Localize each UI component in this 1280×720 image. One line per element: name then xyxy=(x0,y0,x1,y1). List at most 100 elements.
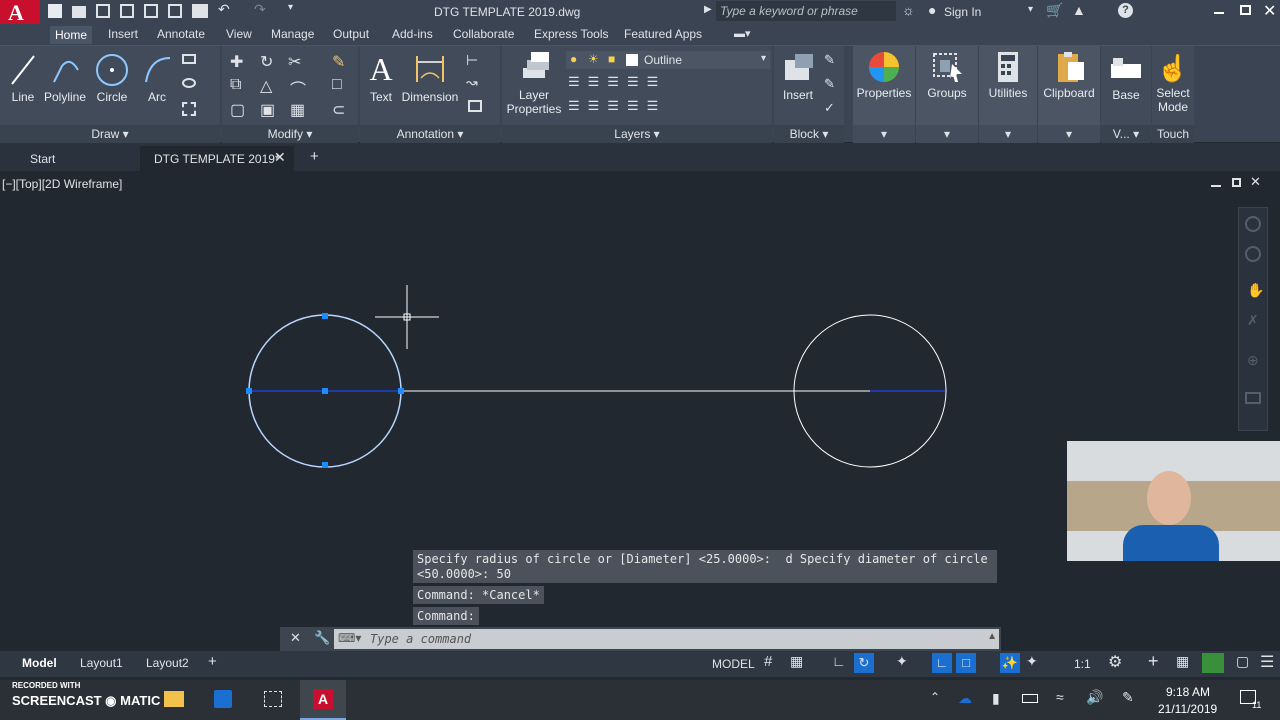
mirror-icon[interactable]: △ xyxy=(260,76,272,96)
tab-layout2[interactable]: Layout2 xyxy=(146,656,189,670)
isodraft-icon[interactable]: ✦ xyxy=(896,653,908,670)
clock-time[interactable]: 9:18 AM xyxy=(1166,685,1210,699)
tab-manage[interactable]: Manage xyxy=(271,27,314,41)
volume-icon[interactable]: 🔊 xyxy=(1086,689,1103,706)
layer-dropdown[interactable]: ● ☀ ■ Outline ▾ xyxy=(566,51,770,69)
utilities-panel-expand[interactable]: ▾ xyxy=(979,125,1037,143)
search-expand-icon[interactable]: ▶ xyxy=(704,4,712,15)
array-icon[interactable]: ▦ xyxy=(290,100,305,120)
help-icon[interactable]: ? xyxy=(1118,3,1133,18)
select-mode-tool[interactable]: ☝ Select Mode xyxy=(1152,52,1194,114)
units-icon[interactable]: ▦ xyxy=(1176,653,1189,670)
model-space-button[interactable]: MODEL xyxy=(712,657,755,671)
groups-tool[interactable]: Groups xyxy=(918,50,976,100)
store-icon[interactable] xyxy=(214,690,232,708)
redo-icon[interactable]: ↷ xyxy=(254,1,266,18)
autocad-taskbar-button[interactable]: A xyxy=(300,680,346,720)
tab-home[interactable]: Home xyxy=(50,26,93,44)
sign-in-dropdown-icon[interactable]: ▾ xyxy=(1028,4,1033,15)
dimension-tool[interactable]: Dimension xyxy=(400,52,460,104)
view-panel-title[interactable]: V... ▾ xyxy=(1101,125,1151,143)
new-icon[interactable] xyxy=(48,4,62,18)
arc-tool[interactable]: Arc xyxy=(140,52,174,104)
save-icon[interactable] xyxy=(96,4,110,18)
restore-icon[interactable] xyxy=(1240,5,1251,15)
onedrive-icon[interactable]: ☁ xyxy=(958,690,972,707)
tab-featured-apps[interactable]: Featured Apps xyxy=(624,27,702,41)
create-block-icon[interactable]: ✎ xyxy=(824,52,835,68)
draw-panel-title[interactable]: Draw ▾ xyxy=(0,125,220,143)
workspace-gear-icon[interactable]: ⚙ xyxy=(1108,652,1122,672)
drawing-canvas[interactable]: [−][Top][2D Wireframe] ✕ ✋ ✗ ⊕ Specify r… xyxy=(0,171,1280,651)
upload-icon[interactable] xyxy=(168,4,182,18)
file-tab-start[interactable]: Start xyxy=(30,152,55,166)
file-tab-active[interactable]: DTG TEMPLATE 2019* ✕ xyxy=(140,146,294,171)
base-tool[interactable]: Base xyxy=(1103,52,1149,102)
tab-output[interactable]: Output xyxy=(333,27,369,41)
new-tab-plus-icon[interactable]: + xyxy=(310,148,319,165)
circle-tool[interactable]: Circle xyxy=(94,52,130,104)
wifi-icon[interactable]: ≈ xyxy=(1056,689,1064,705)
tab-layout1[interactable]: Layout1 xyxy=(80,656,123,670)
tab-insert[interactable]: Insert xyxy=(108,27,138,41)
edit-block-icon[interactable]: ✎ xyxy=(824,76,835,92)
polyline-tool[interactable]: Polyline xyxy=(44,52,86,104)
battery-icon[interactable] xyxy=(1022,694,1038,703)
offset-icon[interactable]: ⊂ xyxy=(332,100,345,120)
tab-addins[interactable]: Add-ins xyxy=(392,27,433,41)
polar-icon[interactable]: ↻ xyxy=(854,653,874,673)
grip-center[interactable] xyxy=(322,388,328,394)
annotation-visibility-icon[interactable]: ✨ xyxy=(1000,653,1020,673)
annotation-monitor-icon[interactable]: + xyxy=(1148,651,1159,672)
fillet-icon[interactable]: ⌒ xyxy=(290,76,306,100)
search-input[interactable]: Type a keyword or phrase xyxy=(716,1,896,21)
minimize-icon[interactable] xyxy=(1214,12,1224,14)
annotation-panel-title[interactable]: Annotation ▾ xyxy=(360,125,500,143)
cart-icon[interactable]: 🛒 xyxy=(1046,2,1063,19)
plot-icon[interactable] xyxy=(192,4,208,18)
grip-right[interactable] xyxy=(398,388,404,394)
command-customize-icon[interactable]: 🔧 xyxy=(314,630,330,646)
qat-dropdown-icon[interactable]: ▾ xyxy=(288,2,293,13)
pen-icon[interactable]: ✎ xyxy=(1122,689,1134,706)
web-mobile-icon[interactable] xyxy=(144,4,158,18)
usb-icon[interactable]: ▮ xyxy=(992,690,1000,707)
trim-icon[interactable]: ✂ xyxy=(288,52,301,72)
groups-panel-expand[interactable]: ▾ xyxy=(916,125,978,143)
fullscreen-icon[interactable]: ▢ xyxy=(1236,653,1249,670)
clipboard-tool[interactable]: Clipboard xyxy=(1040,50,1098,100)
properties-tool[interactable]: Properties xyxy=(855,50,913,100)
tab-view[interactable]: View xyxy=(226,27,252,41)
snap-icon[interactable]: ▦ xyxy=(790,653,803,670)
copy-icon[interactable]: ⧉ xyxy=(230,76,241,94)
file-tab-close-icon[interactable]: ✕ xyxy=(274,149,286,166)
object-snap-tracking-icon[interactable]: ∟ xyxy=(932,653,952,673)
file-explorer-icon[interactable] xyxy=(164,691,184,707)
edit-attributes-icon[interactable]: ✓ xyxy=(824,100,835,116)
tab-collaborate[interactable]: Collaborate xyxy=(453,27,514,41)
autocad-logo[interactable]: A xyxy=(0,0,40,25)
tab-model[interactable]: Model xyxy=(22,656,57,670)
ortho-icon[interactable]: ∟ xyxy=(832,653,846,669)
explode-icon[interactable]: □ xyxy=(332,76,342,94)
add-layout-icon[interactable]: + xyxy=(208,653,217,670)
object-snap-icon[interactable]: □ xyxy=(956,653,976,673)
clipboard-panel-expand[interactable]: ▾ xyxy=(1038,125,1100,143)
open-icon[interactable] xyxy=(72,6,86,18)
properties-panel-expand[interactable]: ▾ xyxy=(853,125,915,143)
layers-panel-title[interactable]: Layers ▾ xyxy=(502,125,772,143)
hatch-icon[interactable] xyxy=(182,78,196,88)
grip-top[interactable] xyxy=(322,313,328,319)
modify-panel-title[interactable]: Modify ▾ xyxy=(222,125,358,143)
grip-bottom[interactable] xyxy=(322,462,328,468)
move-icon[interactable]: ✚ xyxy=(230,52,243,72)
binoculars-icon[interactable]: ☼ xyxy=(902,2,915,18)
sign-in-link[interactable]: Sign In xyxy=(944,5,981,19)
rotate-icon[interactable]: ↻ xyxy=(260,52,273,72)
grip-left[interactable] xyxy=(246,388,252,394)
grid-icon[interactable]: # xyxy=(764,653,772,670)
rectangle-icon[interactable] xyxy=(182,54,196,64)
utilities-tool[interactable]: Utilities xyxy=(981,50,1035,100)
command-input[interactable]: ⌨▾ Type a command ▲ xyxy=(334,629,999,649)
leader-icon[interactable]: ↝ xyxy=(466,74,478,91)
